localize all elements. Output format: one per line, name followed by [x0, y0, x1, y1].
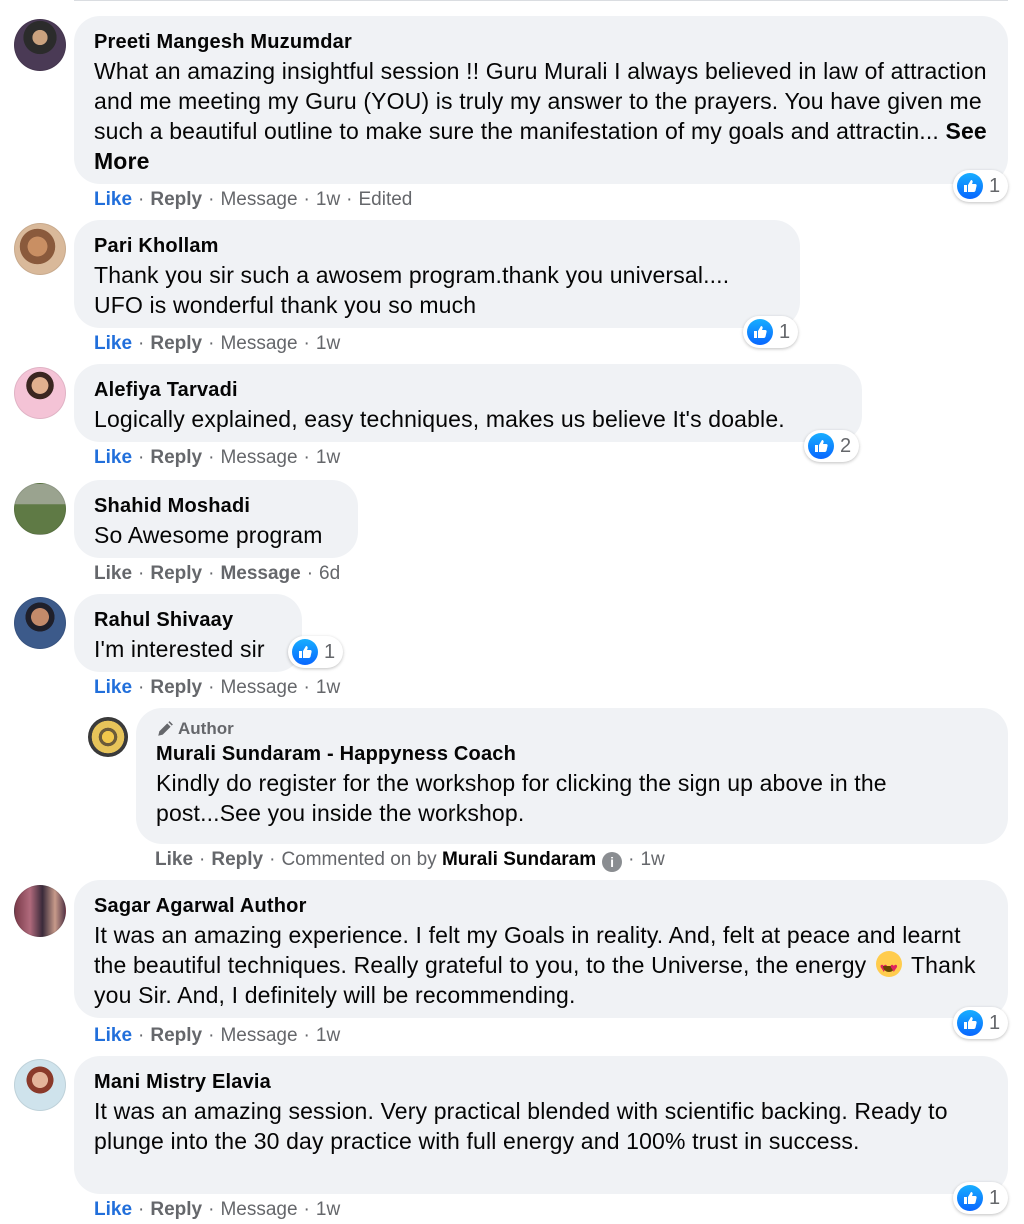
author-badge: Author [156, 718, 988, 740]
like-reaction-icon [957, 1010, 983, 1036]
avatar[interactable] [14, 19, 66, 71]
comment-bubble: Sagar Agarwal Author It was an amazing e… [74, 880, 1008, 1018]
comment-actions: Like · Reply · Message · 1w [94, 1199, 341, 1220]
comment-text: It was an amazing session. Very practica… [94, 1098, 948, 1154]
timestamp[interactable]: 1w [316, 1025, 340, 1046]
commenter-name[interactable]: Murali Sundaram [442, 849, 596, 870]
timestamp[interactable]: 1w [316, 677, 340, 698]
reaction-count[interactable]: 1 [288, 636, 344, 668]
comment-text: I'm interested sir [94, 636, 265, 662]
comment-author-name[interactable]: Alefiya Tarvadi [94, 376, 842, 404]
like-reaction-icon [957, 173, 983, 199]
comment-bubble: Preeti Mangesh Muzumdar What an amazing … [74, 16, 1008, 184]
like-button[interactable]: Like [94, 563, 132, 584]
reply-actions: Like · Reply · Commented on by Murali Sundar… [155, 849, 665, 872]
like-button[interactable]: Like [94, 677, 132, 698]
like-button[interactable]: Like [94, 447, 132, 468]
message-button[interactable]: Message [220, 563, 300, 584]
like-button[interactable]: Like [94, 333, 132, 354]
like-reaction-icon [957, 1185, 983, 1211]
timestamp[interactable]: 1w [640, 849, 664, 870]
avatar[interactable] [14, 223, 66, 275]
like-reaction-icon [292, 639, 318, 665]
reaction-count[interactable]: 1 [953, 1007, 1009, 1039]
info-icon[interactable]: i [602, 852, 623, 872]
reply-button[interactable]: Reply [150, 677, 202, 698]
timestamp[interactable]: 1w [316, 189, 340, 210]
pencil-icon [158, 721, 173, 736]
like-button[interactable]: Like [94, 1199, 132, 1220]
comment-actions: Like · Reply · Message · 1w [94, 1025, 341, 1046]
timestamp[interactable]: 1w [316, 447, 340, 468]
reply-button[interactable]: Reply [150, 189, 202, 210]
message-button[interactable]: Message [220, 1025, 297, 1046]
comment-actions: Like · Reply · Message · 6d [94, 563, 341, 584]
message-button[interactable]: Message [220, 1199, 297, 1220]
comment-author-name[interactable]: Preeti Mangesh Muzumdar [94, 28, 988, 56]
comment-author-name[interactable]: Sagar Agarwal Author [94, 892, 988, 920]
comment-actions: Like · Reply · Message · 1w [94, 333, 341, 354]
reply-button[interactable]: Reply [211, 849, 263, 870]
reply-button[interactable]: Reply [150, 333, 202, 354]
reply-text: Kindly do register for the workshop for … [156, 770, 887, 826]
message-button[interactable]: Message [220, 333, 297, 354]
avatar[interactable] [14, 1059, 66, 1111]
message-button[interactable]: Message [220, 189, 297, 210]
avatar[interactable] [14, 597, 66, 649]
comment-author-name[interactable]: Shahid Moshadi [94, 492, 338, 520]
like-reaction-icon [808, 433, 834, 459]
message-button[interactable]: Message [220, 677, 297, 698]
comment-text: Logically explained, easy techniques, ma… [94, 406, 785, 432]
reaction-count[interactable]: 1 [743, 316, 799, 348]
message-button[interactable]: Message [220, 447, 297, 468]
reply-button[interactable]: Reply [150, 1199, 202, 1220]
comment-author-name[interactable]: Rahul Shivaay [94, 606, 282, 634]
comment-actions: Like · Reply · Message · 1w [94, 447, 341, 468]
reply-button[interactable]: Reply [150, 447, 202, 468]
comment-author-name[interactable]: Mani Mistry Elavia [94, 1068, 988, 1096]
avatar[interactable] [14, 367, 66, 419]
avatar[interactable] [88, 717, 128, 757]
reply-author-name[interactable]: Murali Sundaram - Happyness Coach [156, 740, 988, 768]
comment-bubble: Rahul Shivaay I'm interested sir [74, 594, 302, 672]
avatar[interactable] [14, 885, 66, 937]
comment-actions: Like · Reply · Message · 1w · Edited [94, 189, 413, 210]
like-button[interactable]: Like [94, 1025, 132, 1046]
comment-author-name[interactable]: Pari Khollam [94, 232, 780, 260]
timestamp[interactable]: 1w [316, 333, 340, 354]
comment-text: What an amazing insightful session !! Gu… [94, 58, 987, 174]
reaction-count[interactable]: 1 [953, 170, 1009, 202]
comment-text: It was an amazing experience. I felt my … [94, 920, 988, 1010]
timestamp[interactable]: 1w [316, 1199, 340, 1220]
comment-bubble: Mani Mistry Elavia It was an amazing ses… [74, 1056, 1008, 1194]
comment-bubble: Shahid Moshadi So Awesome program [74, 480, 358, 558]
reaction-count[interactable]: 1 [953, 1182, 1009, 1214]
comment-text: Thank you sir such a awosem program.than… [94, 262, 730, 318]
comment-text: So Awesome program [94, 522, 323, 548]
avatar[interactable] [14, 483, 66, 535]
heart-eyes-emoji-icon [875, 951, 902, 983]
reply-bubble: Author Murali Sundaram - Happyness Coach… [136, 708, 1008, 844]
like-button[interactable]: Like [155, 849, 193, 870]
reaction-count[interactable]: 2 [804, 430, 860, 462]
comment-bubble: Pari Khollam Thank you sir such a awosem… [74, 220, 800, 328]
like-button[interactable]: Like [94, 189, 132, 210]
divider-line [74, 0, 1008, 1]
comment-bubble: Alefiya Tarvadi Logically explained, eas… [74, 364, 862, 442]
comment-actions: Like · Reply · Message · 1w [94, 677, 341, 698]
edited-label: Edited [358, 189, 413, 210]
like-reaction-icon [747, 319, 773, 345]
reply-button[interactable]: Reply [150, 563, 202, 584]
reply-button[interactable]: Reply [150, 1025, 202, 1046]
timestamp[interactable]: 6d [319, 563, 340, 584]
commented-on-label: Commented on by [281, 849, 437, 870]
